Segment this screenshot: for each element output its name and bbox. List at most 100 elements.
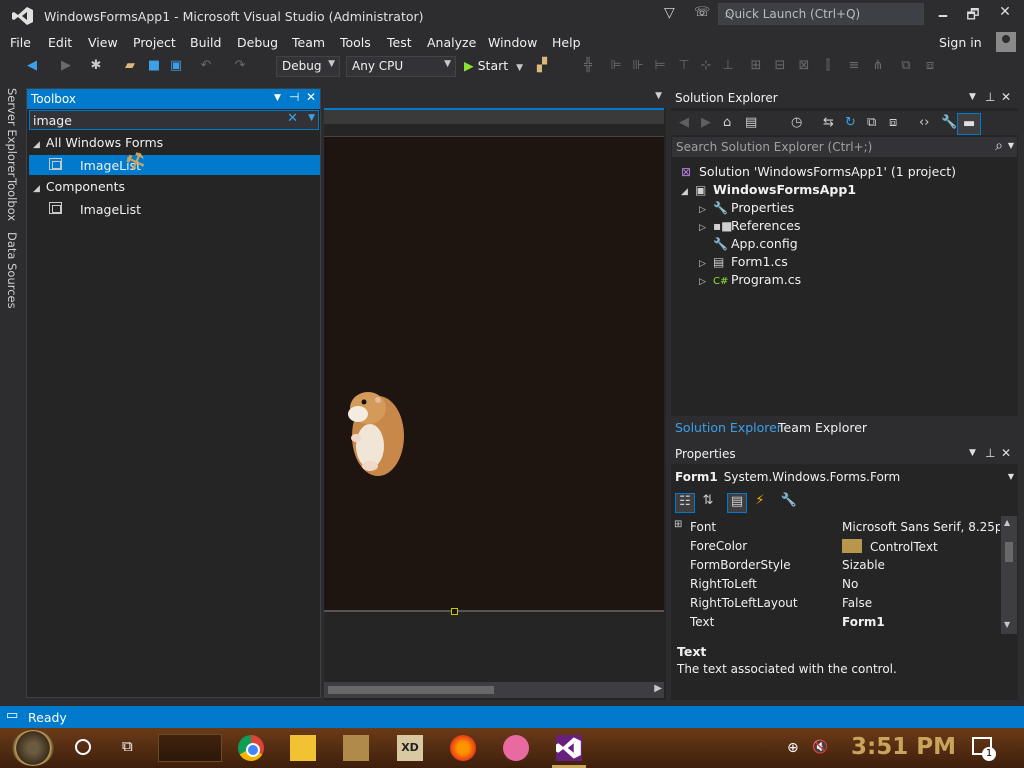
new-project-icon[interactable]: ✱ [88, 58, 104, 73]
restore-button[interactable]: 🗗 [958, 4, 988, 24]
toolbox-search-input[interactable]: image ✕ ▼ [29, 110, 319, 130]
close-icon[interactable]: ✕ [1001, 90, 1011, 104]
events-lightning-icon[interactable]: ⚡ [750, 493, 770, 513]
server-explorer-tab[interactable]: Server Explorer [5, 88, 19, 177]
property-value[interactable]: No [842, 577, 1000, 591]
clear-search-icon[interactable]: ✕ [287, 111, 298, 126]
align-middles-icon[interactable]: ⊹ [698, 58, 714, 73]
form-design-surface[interactable] [324, 136, 664, 610]
alphabetical-icon[interactable]: ⇅ [698, 493, 718, 513]
sync-with-document-icon[interactable]: ⇆ [823, 115, 834, 130]
send-to-back-icon[interactable]: ⧈ [922, 58, 938, 73]
switch-views-icon[interactable]: ▤ [745, 115, 757, 130]
property-value[interactable]: False [842, 596, 1000, 610]
menu-tools[interactable]: Tools [340, 35, 371, 50]
collapse-triangle-icon[interactable]: ◢ [681, 187, 695, 197]
size-to-grid-icon[interactable]: ⊠ [796, 58, 812, 73]
expand-plus-icon[interactable]: ⊞ [674, 519, 682, 530]
minimize-button[interactable]: 🗕 [928, 4, 958, 24]
align-grid-icon[interactable]: ╬ [580, 58, 596, 73]
start-button-icon[interactable] [12, 730, 54, 766]
taskbar-clock[interactable]: 3:51 PM [851, 734, 956, 760]
property-value-forecolor[interactable]: ControlText [842, 539, 1000, 554]
tab-solution-explorer[interactable]: Solution Explorer [675, 420, 782, 435]
tree-node-form1[interactable]: ▷ ▤ Form1.cs [699, 254, 788, 269]
scroll-down-icon[interactable]: ▼ [1004, 620, 1010, 629]
menu-help[interactable]: Help [552, 35, 581, 50]
property-row-righttoleftlayout[interactable]: RightToLeftLayout False [671, 594, 1001, 613]
tree-node-references[interactable]: ▷ ▪■References [699, 218, 800, 233]
tree-project-node[interactable]: ◢ ▣ WindowsFormsApp1 [681, 182, 856, 197]
search-icon[interactable]: ⌕ [725, 7, 917, 22]
forward-icon[interactable]: ▶ [701, 115, 711, 130]
menu-window[interactable]: Window [488, 35, 537, 50]
save-icon[interactable]: ■ [146, 58, 162, 73]
task-view-icon[interactable]: ⧉ [122, 737, 133, 755]
firefox-icon[interactable] [450, 735, 476, 761]
pin-icon[interactable]: ⊥ [985, 446, 995, 460]
undo-icon[interactable]: ↶ [198, 58, 214, 73]
vertical-spacing-icon[interactable]: ≡ [846, 58, 862, 73]
scrollbar-thumb[interactable] [1005, 542, 1013, 562]
feedback-icon[interactable]: ☏ [694, 5, 710, 20]
solution-platform-select[interactable]: Any CPU ▼ [346, 56, 456, 77]
menu-analyze[interactable]: Analyze [427, 35, 476, 50]
expand-triangle-icon[interactable]: ▷ [699, 223, 713, 233]
navigate-back-icon[interactable]: ◀ [24, 58, 40, 73]
menu-view[interactable]: View [88, 35, 118, 50]
property-row-righttoleft[interactable]: RightToLeft No [671, 575, 1001, 594]
expand-triangle-icon[interactable]: ▷ [699, 259, 713, 269]
preview-selected-items-button[interactable]: ▬ [957, 113, 981, 135]
search-icon[interactable]: ⌕ [995, 138, 1003, 154]
horizontal-spacing-icon[interactable]: ⫿ [820, 58, 836, 73]
menu-team[interactable]: Team [292, 35, 325, 50]
back-icon[interactable]: ◀ [679, 115, 689, 130]
chevron-down-icon[interactable]: ▼ [1008, 141, 1014, 150]
properties-wrench-icon[interactable]: 🔧 [941, 115, 957, 130]
tree-node-app-config[interactable]: 🔧 App.config [699, 236, 798, 251]
property-row-text[interactable]: Text Form1 [671, 613, 1001, 632]
view-code-icon[interactable]: ‹› [919, 115, 929, 130]
align-tops-icon[interactable]: ⊤ [676, 58, 692, 73]
open-file-icon[interactable]: ▰ [122, 58, 138, 73]
categorized-icon[interactable]: ☷ [675, 493, 695, 513]
cortana-icon[interactable] [75, 739, 91, 755]
redo-icon[interactable]: ↷ [232, 58, 248, 73]
scroll-right-icon[interactable]: ▶ [654, 683, 662, 694]
notifications-flag-icon[interactable]: ▽ [664, 5, 675, 21]
toolbox-tab[interactable]: Toolbox [5, 178, 19, 221]
home-icon[interactable]: ⌂ [723, 115, 731, 130]
solution-configuration-select[interactable]: Debug ▼ [276, 56, 340, 77]
property-row-forecolor[interactable]: ForeColor ControlText [671, 537, 1001, 556]
expand-triangle-icon[interactable]: ▷ [699, 205, 713, 215]
toolbox-group-all-windows-forms[interactable]: ◢ All Windows Forms [33, 135, 163, 150]
paint-app-icon[interactable] [503, 735, 529, 761]
property-row-font[interactable]: ⊞ Font Microsoft Sans Serif, 8.25pt [671, 518, 1001, 537]
bring-to-front-icon[interactable]: ⧉ [898, 58, 914, 73]
scrollbar-thumb[interactable] [328, 686, 494, 694]
close-icon[interactable]: ✕ [1001, 446, 1011, 460]
chevron-down-icon[interactable]: ▼ [655, 91, 662, 101]
property-value[interactable]: Microsoft Sans Serif, 8.25pt [842, 520, 1000, 534]
property-value[interactable]: Sizable [842, 558, 1000, 572]
quick-launch-input[interactable]: Quick Launch (Ctrl+Q) ⌕ [718, 3, 924, 25]
align-rights-icon[interactable]: ⊨ [652, 58, 668, 73]
menu-edit[interactable]: Edit [48, 35, 72, 50]
align-lefts-icon[interactable]: ⊫ [608, 58, 624, 73]
close-icon[interactable]: ✕ [306, 90, 316, 104]
make-same-width-icon[interactable]: ⊞ [748, 58, 764, 73]
menu-debug[interactable]: Debug [237, 35, 278, 50]
toolbox-group-components[interactable]: ◢ Components [33, 179, 125, 194]
toolbox-item-imagelist[interactable]: ImageList [29, 155, 320, 175]
hamster-app-icon[interactable] [343, 735, 369, 761]
account-avatar-icon[interactable] [996, 32, 1016, 52]
menu-build[interactable]: Build [190, 35, 221, 50]
save-all-icon[interactable]: ▣ [168, 58, 184, 73]
horizontal-scrollbar[interactable]: ▶ [324, 682, 664, 698]
properties-view-icon[interactable]: ▤ [727, 493, 747, 513]
menu-test[interactable]: Test [387, 35, 412, 50]
xd-app-icon[interactable]: XD [397, 735, 423, 761]
property-pages-wrench-icon[interactable]: 🔧 [779, 493, 799, 513]
resize-grip-handle[interactable] [451, 608, 458, 615]
tree-node-program[interactable]: ▷ C# Program.cs [699, 272, 801, 287]
